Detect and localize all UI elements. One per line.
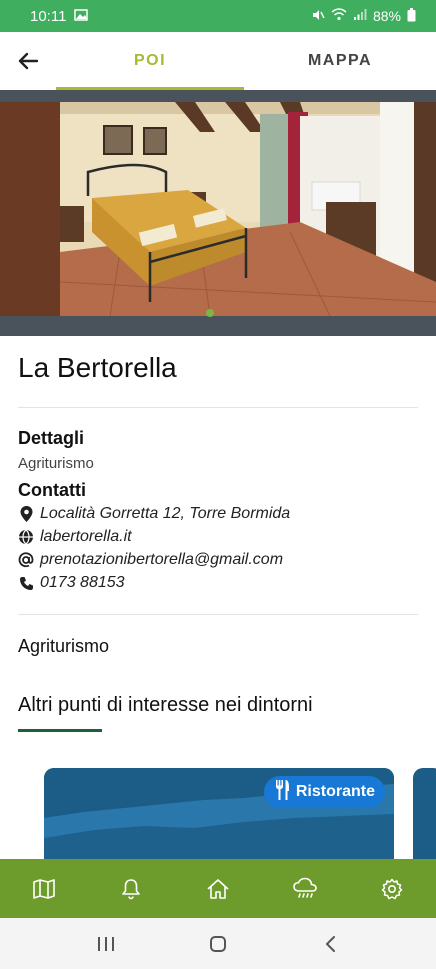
poi-detail-screen: 10:11 88% POI MAPPA La Bertorella Dettag… [0, 0, 436, 969]
contact-email[interactable]: prenotazionibertorella@gmail.com [18, 551, 283, 569]
carousel-indicator-dot[interactable] [206, 309, 214, 317]
signal-icon [353, 8, 367, 24]
contact-website[interactable]: labertorella.it [18, 528, 132, 546]
nav-settings[interactable] [362, 859, 422, 918]
map-icon [32, 878, 55, 899]
arrow-left-icon [18, 52, 39, 70]
weather-rain-icon [293, 877, 317, 898]
home-icon [207, 878, 229, 899]
poi-title: La Bertorella [18, 352, 177, 383]
nearby-heading-underline [18, 729, 102, 732]
globe-icon [18, 529, 34, 545]
status-bar: 10:11 88% [0, 0, 436, 32]
bell-icon [121, 878, 140, 899]
image-carousel[interactable] [0, 90, 436, 336]
phone-icon [18, 575, 34, 591]
home-square-icon [210, 935, 226, 952]
back-button[interactable] [0, 32, 56, 90]
details-value: Agriturismo [18, 455, 94, 472]
category-badge-label: Ristorante [295, 783, 375, 800]
contact-phone[interactable]: 0173 88153 [18, 574, 125, 592]
room-photo [0, 102, 436, 316]
nav-notifications[interactable] [101, 859, 161, 918]
status-time: 10:11 [30, 7, 67, 25]
system-nav-bar [0, 918, 436, 969]
bottom-nav-bar [0, 859, 436, 918]
top-tab-bar: POI MAPPA [0, 32, 436, 90]
mute-icon [311, 8, 325, 25]
at-icon [18, 552, 34, 568]
home-button[interactable] [188, 924, 248, 964]
contact-phone-text: 0173 88153 [40, 574, 125, 591]
wifi-icon [331, 8, 347, 24]
chevron-left-icon [325, 935, 335, 952]
back-system-button[interactable] [300, 924, 360, 964]
battery-icon [407, 7, 416, 25]
contact-website-text: labertorella.it [40, 528, 132, 545]
poi-category: Agriturismo [18, 636, 110, 656]
recent-apps-icon [98, 936, 114, 951]
gear-icon [382, 878, 403, 899]
nav-weather[interactable] [275, 859, 335, 918]
divider [18, 614, 418, 615]
tab-poi[interactable]: POI [56, 32, 244, 90]
battery-percent: 88% [372, 8, 401, 24]
map-pin-icon [18, 506, 34, 522]
details-heading: Dettagli [18, 428, 85, 448]
nav-map[interactable] [14, 859, 74, 918]
fork-knife-icon [274, 779, 290, 805]
contact-email-text: prenotazionibertorella@gmail.com [40, 551, 284, 568]
contacts-heading: Contatti [18, 480, 86, 500]
nav-home[interactable] [188, 859, 248, 918]
category-badge: Ristorante [263, 776, 385, 808]
tab-mappa[interactable]: MAPPA [244, 32, 436, 90]
nearby-heading: Altri punti di interesse nei dintorni [18, 694, 313, 716]
gallery-notification-icon [74, 8, 89, 25]
contact-address[interactable]: Località Gorretta 12, Torre Bormida [18, 505, 290, 523]
divider [18, 407, 418, 408]
contact-address-text: Località Gorretta 12, Torre Bormida [40, 505, 291, 522]
recent-apps-button[interactable] [76, 924, 136, 964]
